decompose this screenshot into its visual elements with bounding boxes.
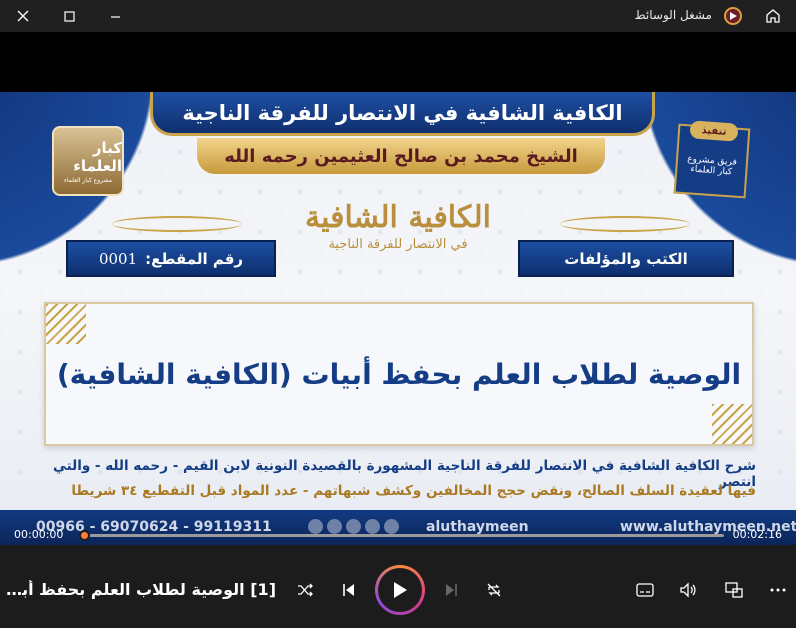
media-player-logo-icon <box>724 7 742 25</box>
banner-title: الكافية الشافية في الانتصار للفرقة الناج… <box>182 100 623 125</box>
total-duration: 00:02:16 <box>732 528 782 541</box>
stripe-decoration-bottom-right <box>712 404 752 444</box>
next-icon <box>446 584 457 596</box>
repeat-off-icon <box>487 583 501 597</box>
media-title[interactable]: [1] الوصية لطلاب العلم بحفظ أبيات (الكاف… <box>4 580 276 599</box>
close-icon <box>17 10 29 22</box>
previous-icon <box>343 584 354 596</box>
segment-label: رقم المقطع: <box>145 249 244 268</box>
captions-button[interactable] <box>629 574 661 606</box>
previous-button[interactable] <box>333 574 365 606</box>
more-icon <box>770 588 786 592</box>
volume-icon <box>680 582 696 598</box>
maximize-icon <box>63 10 75 22</box>
shuffle-icon <box>298 583 313 597</box>
next-button[interactable] <box>435 574 467 606</box>
author-banner: الشيخ محمد بن صالح العثيمين رحمه الله <box>197 138 605 174</box>
minimize-button[interactable] <box>92 0 138 32</box>
progress-track[interactable] <box>79 530 724 541</box>
progress-thumb[interactable] <box>79 530 90 541</box>
logo-text: كبار العلماء <box>73 138 122 175</box>
play-button[interactable] <box>375 565 425 615</box>
home-icon <box>766 9 780 23</box>
captions-icon <box>636 583 654 597</box>
category-box: الكتب والمؤلفات <box>518 240 734 277</box>
home-button[interactable] <box>756 0 790 32</box>
logo-subtext: مشروع كبار العلماء <box>63 176 113 184</box>
executor-tag: تنفيذ <box>689 120 739 142</box>
title-bar: مشغل الوسائط <box>0 0 796 32</box>
book-title-calligraphy: الكافية الشافية في الانتصار للفرقة الناج… <box>300 200 496 252</box>
segment-box: رقم المقطع: 0001 <box>66 240 276 277</box>
author-name: الشيخ محمد بن صالح العثيمين رحمه الله <box>224 145 578 167</box>
ornament-right <box>560 216 690 232</box>
letterbox-top <box>0 32 796 92</box>
segment-number: 0001 <box>98 249 138 268</box>
lesson-panel: الوصية لطلاب العلم بحفظ أبيات (الكافية ا… <box>44 302 754 446</box>
miniplayer-icon <box>725 582 743 598</box>
close-button[interactable] <box>0 0 46 32</box>
miniplayer-button[interactable] <box>718 574 750 606</box>
executor-line2: كبار العلماء <box>690 164 733 178</box>
book-title: الكافية الشافية <box>305 200 491 235</box>
current-time: 00:00:00 <box>14 528 64 541</box>
video-frame[interactable]: الكافية الشافية في الانتصار للفرقة الناج… <box>0 92 796 545</box>
volume-button[interactable] <box>672 574 704 606</box>
app-title: مشغل الوسائط <box>634 8 712 22</box>
repeat-button[interactable] <box>478 574 510 606</box>
control-bar: [1] الوصية لطلاب العلم بحفظ أبيات (الكاف… <box>0 548 796 628</box>
title-banner: الكافية الشافية في الانتصار للفرقة الناج… <box>150 92 655 136</box>
maximize-button[interactable] <box>46 0 92 32</box>
scholars-logo: كبار العلماء مشروع كبار العلماء <box>52 126 124 196</box>
lesson-title: الوصية لطلاب العلم بحفظ أبيات (الكافية ا… <box>56 357 742 391</box>
category-label: الكتب والمؤلفات <box>564 249 688 268</box>
seek-bar: 00:00:00 00:02:16 <box>0 524 796 546</box>
book-subtitle: في الانتصار للفرقة الناجية <box>328 237 468 252</box>
ornament-left <box>112 216 242 232</box>
description-line-2: فيها لعقيدة السلف الصالح، ونقض حجج المخا… <box>71 483 756 499</box>
shuffle-button[interactable] <box>289 574 321 606</box>
play-icon <box>394 582 407 598</box>
minimize-icon <box>110 15 120 18</box>
more-options-button[interactable] <box>762 574 794 606</box>
stripe-decoration-top-left <box>46 304 86 344</box>
